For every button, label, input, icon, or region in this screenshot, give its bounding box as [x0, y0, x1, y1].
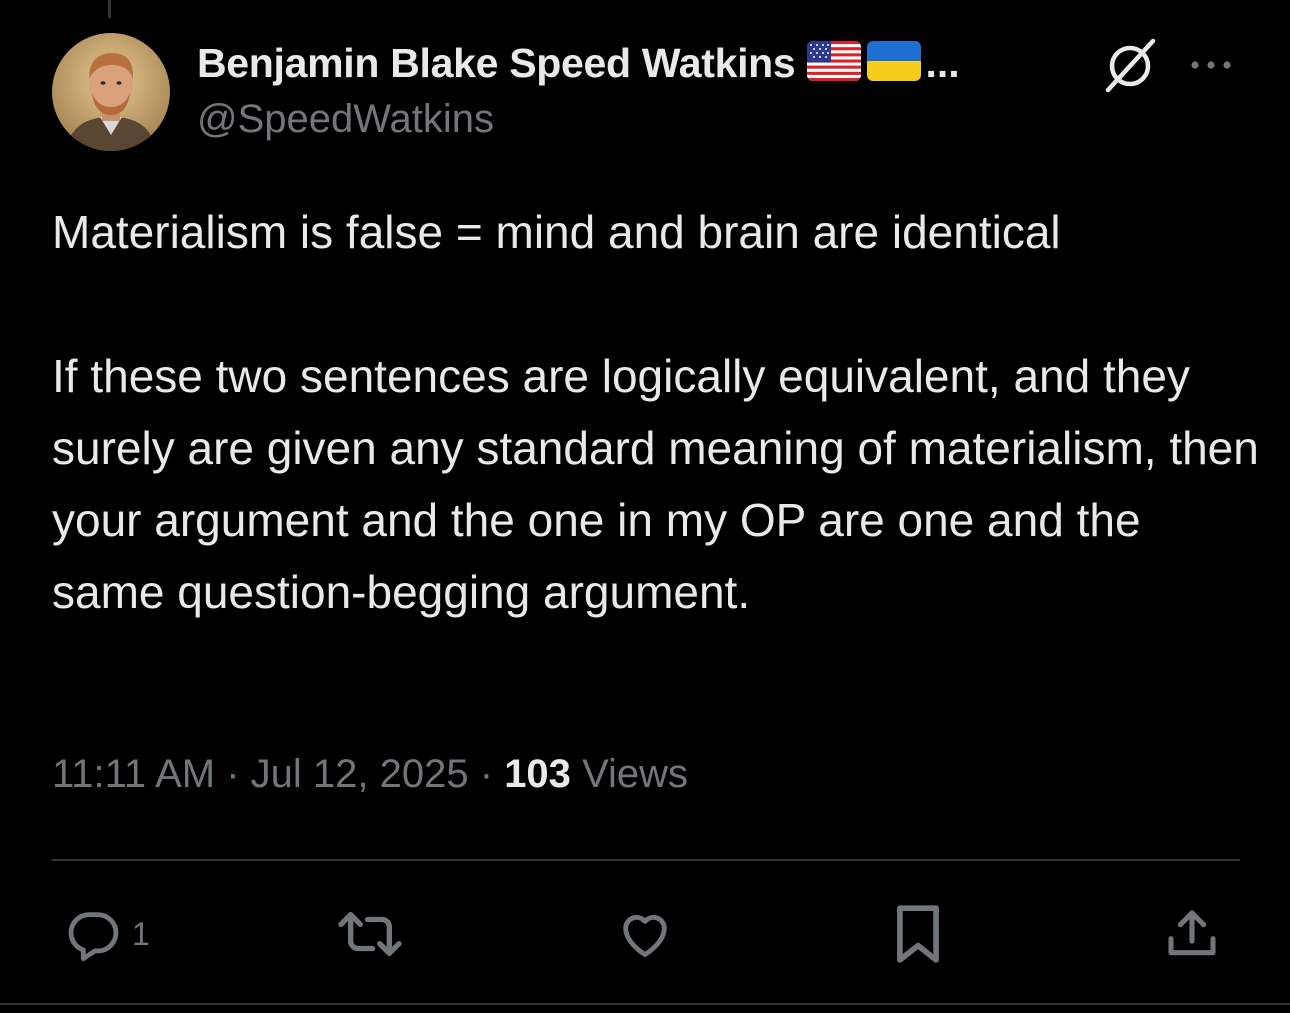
tweet-metadata: 11:11 AM · Jul 12, 2025 · 103 Views — [52, 752, 688, 797]
tweet-date[interactable]: Jul 12, 2025 — [251, 752, 469, 796]
bottom-divider — [0, 1003, 1290, 1005]
share-button[interactable] — [1164, 902, 1220, 966]
tweet-paragraph: If these two sentences are logically equ… — [52, 350, 1259, 618]
name-truncation-ellipsis: ... — [925, 39, 960, 86]
meta-separator: · — [479, 752, 494, 796]
retweet-button[interactable] — [336, 902, 404, 966]
author-name-row[interactable]: Benjamin Blake Speed Watkins ... — [197, 36, 960, 90]
author-handle[interactable]: @SpeedWatkins — [197, 97, 494, 142]
reply-count: 1 — [132, 915, 150, 952]
reply-button[interactable]: 1 — [64, 902, 150, 966]
retweet-icon — [336, 905, 404, 963]
tweet-paragraph: Materialism is false = mind and brain ar… — [52, 206, 1061, 258]
tweet-text: Materialism is false = mind and brain ar… — [52, 196, 1262, 628]
divider — [52, 859, 1240, 861]
bookmark-button[interactable] — [892, 902, 944, 966]
ukraine-flag-icon — [867, 40, 922, 86]
meta-separator: · — [226, 752, 240, 796]
bookmark-icon — [892, 903, 944, 965]
views-count[interactable]: 103 — [504, 752, 571, 796]
share-icon — [1164, 904, 1220, 964]
reply-icon — [64, 905, 122, 963]
like-button[interactable] — [614, 902, 676, 966]
thread-connector-line — [108, 0, 111, 18]
more-options-icon[interactable] — [1186, 50, 1236, 80]
tweet-time[interactable]: 11:11 AM — [52, 752, 215, 796]
views-label[interactable]: Views — [582, 752, 688, 796]
avatar[interactable] — [52, 33, 170, 151]
like-icon — [614, 905, 676, 963]
us-flag-icon — [807, 40, 862, 86]
grok-icon[interactable] — [1100, 35, 1160, 95]
author-display-name[interactable]: Benjamin Blake Speed Watkins — [197, 40, 796, 87]
